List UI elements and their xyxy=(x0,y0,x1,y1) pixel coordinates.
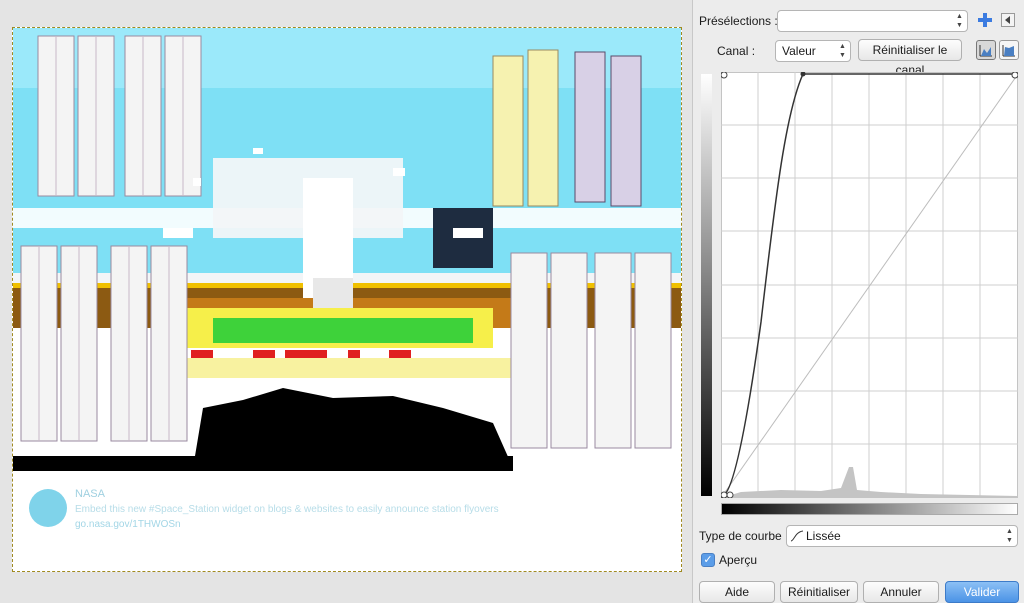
reset-channel-button[interactable]: Réinitialiser le canal xyxy=(858,39,962,77)
smooth-curve-icon xyxy=(790,530,804,542)
tweet-link: go.nasa.gov/1THWOSn xyxy=(75,519,181,530)
checkmark-icon: ✓ xyxy=(703,554,713,566)
linear-histogram-icon xyxy=(979,45,992,57)
horizontal-gradient-bar xyxy=(721,503,1018,515)
tweet-author: NASA xyxy=(75,488,105,500)
presets-combo[interactable]: ▲ ▼ xyxy=(777,10,968,32)
preview-checkbox[interactable]: ✓ xyxy=(701,553,715,567)
curves-panel: Présélections : ▲ ▼ Canal : Valeur ▲ ▼ Réi… xyxy=(692,0,1024,603)
cancel-button[interactable]: Annuler xyxy=(863,581,939,603)
tweet-card: NASA Embed this new #Space_Station widge… xyxy=(13,471,681,571)
channel-label: Canal : xyxy=(717,44,756,58)
updown-arrows-icon: ▲ ▼ xyxy=(956,13,963,29)
ok-button[interactable]: Valider xyxy=(945,581,1019,603)
updown-arrows-icon: ▲ ▼ xyxy=(1006,528,1013,544)
log-histogram-icon xyxy=(1002,45,1015,57)
reset-button[interactable]: Réinitialiser xyxy=(780,581,858,603)
channel-value: Valeur xyxy=(782,44,816,58)
presets-label: Présélections : xyxy=(699,14,778,28)
linear-histogram-button[interactable] xyxy=(976,40,996,60)
add-preset-icon[interactable] xyxy=(977,12,993,28)
updown-arrows-icon: ▲ ▼ xyxy=(839,43,846,59)
curve-type-label: Type de courbe : xyxy=(699,529,789,543)
collapse-icon[interactable] xyxy=(1001,13,1015,27)
tweet-text: Embed this new #Space_Station widget on … xyxy=(75,504,499,515)
image-canvas: NASA Embed this new #Space_Station widge… xyxy=(0,0,692,603)
preview-label: Aperçu xyxy=(719,553,758,567)
vertical-gradient-bar xyxy=(701,74,712,496)
curve-editor[interactable] xyxy=(721,72,1018,498)
curve-type-combo[interactable]: Lissée ▲ ▼ xyxy=(786,525,1018,547)
nasa-logo xyxy=(29,489,67,527)
image-frame[interactable]: NASA Embed this new #Space_Station widge… xyxy=(12,27,682,572)
curves-dialog-screen: NASA Embed this new #Space_Station widge… xyxy=(0,0,1024,603)
help-button[interactable]: Aide xyxy=(699,581,775,603)
log-histogram-button[interactable] xyxy=(999,40,1019,60)
channel-combo[interactable]: Valeur ▲ ▼ xyxy=(775,40,851,62)
